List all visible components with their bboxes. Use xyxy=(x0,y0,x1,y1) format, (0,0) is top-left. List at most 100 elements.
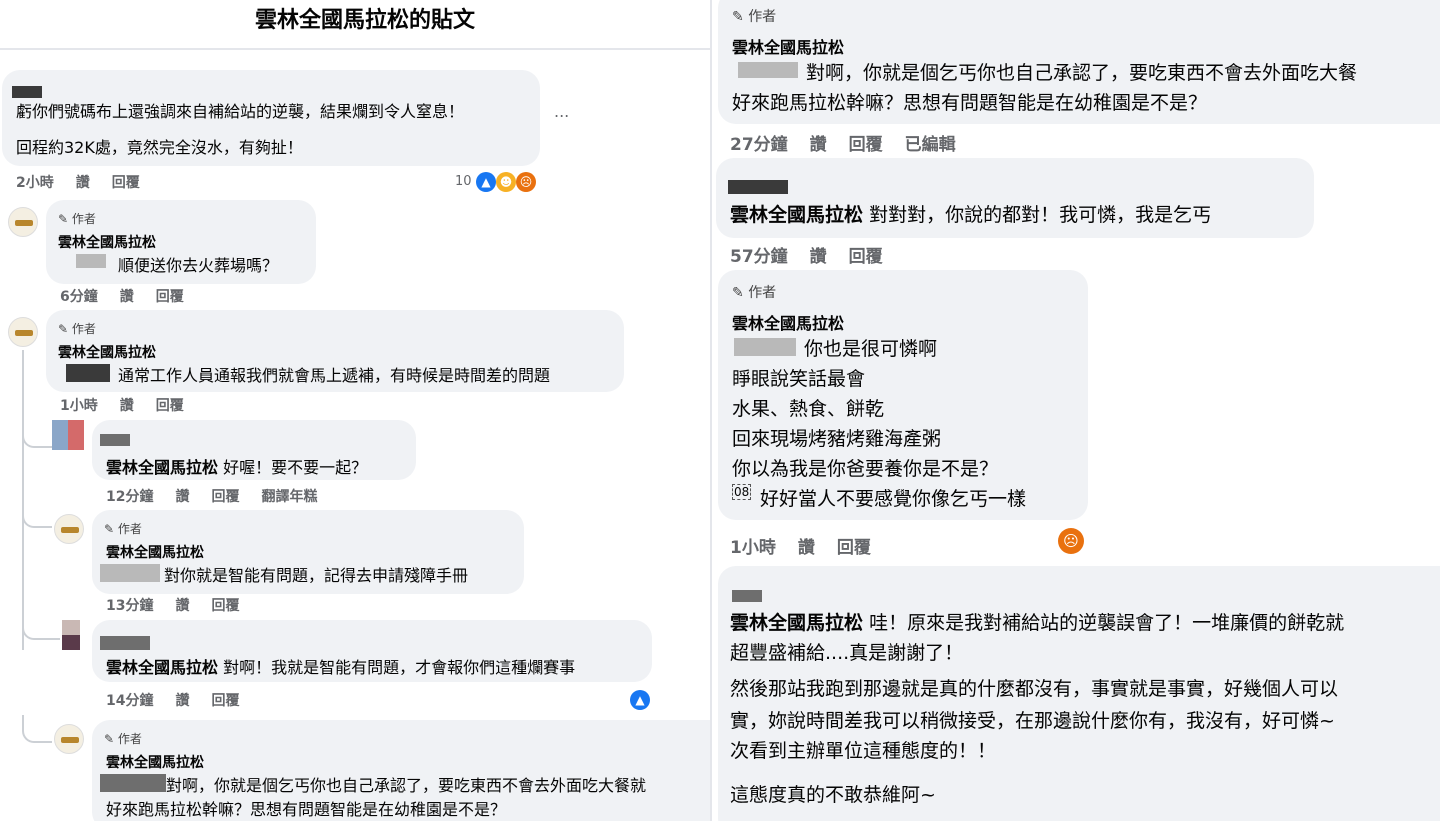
reply-line-3: 水果、熱食、餅乾 xyxy=(732,398,885,420)
like-button[interactable]: 讚 xyxy=(76,175,90,191)
like-button[interactable]: 讚 xyxy=(175,598,189,614)
reply-button[interactable]: 回覆 xyxy=(211,598,239,614)
title-divider xyxy=(0,48,710,50)
redacted-commenter-name xyxy=(12,86,42,98)
like-reaction-icon: ▲ xyxy=(630,690,650,710)
reply-text-line1: 對啊，你就是個乞丐你也自己承認了，要吃東西不會去外面吃大餐 xyxy=(806,62,1358,84)
reply-button[interactable]: 回覆 xyxy=(211,489,239,505)
user-avatar[interactable] xyxy=(52,420,84,450)
reply-author-name[interactable]: 雲林全國馬拉松 xyxy=(58,342,156,362)
page-avatar[interactable] xyxy=(8,207,38,237)
user-avatar[interactable] xyxy=(62,620,80,650)
comment-time: 2小時 xyxy=(16,175,54,191)
reply-actions: 14分鐘讚回覆 xyxy=(106,693,240,709)
reply-author-name[interactable]: 雲林全國馬拉松 xyxy=(58,232,156,252)
reply-actions: 27分鐘讚回覆 已編輯 xyxy=(730,135,956,155)
thread-curve xyxy=(22,612,60,640)
reply-text-line2: 好來跑馬拉松幹嘛？思想有問題智能是在幼稚園是不是？ xyxy=(732,92,1208,114)
left-screenshot-panel: 雲林全國馬拉松的貼文 虧你們號碼布上還強調來自補給站的逆襲，結果爛到令人窒息！ … xyxy=(0,0,710,821)
author-badge: ✎ 作者 xyxy=(104,732,142,746)
translate-button[interactable]: 翻譯年糕 xyxy=(261,489,317,505)
edited-label[interactable]: 已編輯 xyxy=(905,135,956,155)
like-button[interactable]: 讚 xyxy=(120,289,134,305)
reply-button[interactable]: 回覆 xyxy=(211,693,239,709)
thread-curve xyxy=(22,715,52,743)
right-comment-bubble-2: 雲林全國馬拉松 對對對，你說的都對！我可憐，我是乞丐 xyxy=(716,158,1314,238)
right-comment-bubble-1: ✎ 作者 雲林全國馬拉松 對啊，你就是個乞丐你也自己承認了，要吃東西不會去外面吃… xyxy=(718,0,1440,124)
reply-line-1: 你也是很可憐啊 xyxy=(804,338,938,360)
like-button[interactable]: 讚 xyxy=(175,489,189,505)
mention-page-name[interactable]: 雲林全國馬拉松 xyxy=(106,458,218,477)
reply-author-name[interactable]: 雲林全國馬拉松 xyxy=(732,310,844,334)
like-button[interactable]: 讚 xyxy=(798,538,815,558)
reply-button[interactable]: 回覆 xyxy=(849,247,883,267)
mention-page-name[interactable]: 雲林全國馬拉松 xyxy=(730,204,863,226)
reply-actions: 6分鐘讚回覆 xyxy=(60,289,184,305)
redacted-commenter-name xyxy=(732,590,762,602)
reply-text-line: 雲林全國馬拉松 對對對，你說的都對！我可憐，我是乞丐 xyxy=(730,204,1212,226)
right-comment-bubble-4: 雲林全國馬拉松 哇！原來是我對補給站的逆襲誤會了！一堆廉價的餅乾就 超豐盛補給.… xyxy=(718,566,1440,821)
author-badge: ✎ 作者 xyxy=(104,522,142,536)
reply-text-line1: 對啊，你就是個乞丐你也自己承認了，要吃東西不會去外面吃大餐就 xyxy=(166,776,647,795)
reaction-count[interactable]: 10 xyxy=(455,174,472,189)
reply-text-line: 雲林全國馬拉松 對啊！我就是智能有問題，才會報你們這種爛賽事 xyxy=(106,658,576,677)
reply-text-line1: 雲林全國馬拉松 哇！原來是我對補給站的逆襲誤會了！一堆廉價的餅乾就 xyxy=(730,612,1345,634)
reply-text-line: 雲林全國馬拉松 好喔！要不要一起？ xyxy=(106,458,368,477)
reply-text-line5: 次看到主辦單位這種態度的！！ xyxy=(730,740,997,762)
author-badge: ✎ 作者 xyxy=(58,212,96,226)
reply-text-line4: 實，妳說時間差我可以稍微接受，在那邊說什麼你有，我沒有，好可憐~ xyxy=(730,710,1335,732)
reply-text-line2: 好來跑馬拉松幹嘛？思想有問題智能是在幼稚園是不是？ xyxy=(106,800,507,819)
more-options-button[interactable]: ... xyxy=(554,102,569,121)
author-badge: ✎ 作者 xyxy=(58,322,96,336)
reply-text: 對你就是智能有問題，記得去申請殘障手冊 xyxy=(164,566,469,585)
reply-button[interactable]: 回覆 xyxy=(156,398,184,414)
reply-text: 通常工作人員通報我們就會馬上遞補，有時候是時間差的問題 xyxy=(118,366,551,385)
reply-author-name[interactable]: 雲林全國馬拉松 xyxy=(732,34,844,58)
redacted-mention xyxy=(66,364,110,382)
reply-actions: 13分鐘讚回覆 xyxy=(106,598,240,614)
page-avatar[interactable] xyxy=(8,317,38,347)
redacted-mention xyxy=(100,774,166,792)
top-comment-bubble: 虧你們號碼布上還強調來自補給站的逆襲，結果爛到令人窒息！ 回程約32K處，竟然完… xyxy=(2,70,540,166)
thread-curve xyxy=(22,500,52,528)
redacted-commenter-name xyxy=(100,434,130,446)
reply-text-line3: 然後那站我跑到那邊就是真的什麼都沒有，事實就是事實，好幾個人可以 xyxy=(730,678,1339,700)
thread-curve xyxy=(22,420,52,448)
reply-button[interactable]: 回覆 xyxy=(837,538,871,558)
page-avatar[interactable] xyxy=(54,514,84,544)
reply-button[interactable]: 回覆 xyxy=(156,289,184,305)
reply-actions: 1小時讚回覆 xyxy=(730,538,871,558)
author-badge: ✎ 作者 xyxy=(732,9,777,25)
mention-page-name[interactable]: 雲林全國馬拉松 xyxy=(106,658,218,677)
reply-actions: 1小時讚回覆 xyxy=(60,398,184,414)
angry-reaction-icon: ☹ xyxy=(1058,528,1084,554)
reply-author-name[interactable]: 雲林全國馬拉松 xyxy=(106,542,204,562)
reply-actions: 12分鐘讚回覆 翻譯年糕 xyxy=(106,489,318,505)
reply-author-name[interactable]: 雲林全國馬拉松 xyxy=(106,752,204,772)
nested-reply-bubble-1: 雲林全國馬拉松 好喔！要不要一起？ xyxy=(92,420,416,480)
nested-reply-bubble-4: ✎ 作者 雲林全國馬拉松 對啊，你就是個乞丐你也自己承認了，要吃東西不會去外面吃… xyxy=(92,720,710,821)
reply-actions: 57分鐘讚回覆 xyxy=(730,247,883,267)
reply-button[interactable]: 回覆 xyxy=(849,135,883,155)
like-button[interactable]: 讚 xyxy=(810,247,827,267)
page-avatar[interactable] xyxy=(54,724,84,754)
like-button[interactable]: 讚 xyxy=(175,693,189,709)
like-button[interactable]: 讚 xyxy=(810,135,827,155)
top-comment-line1: 虧你們號碼布上還強調來自補給站的逆襲，結果爛到令人窒息！ xyxy=(16,102,465,121)
mention-page-name[interactable]: 雲林全國馬拉松 xyxy=(730,612,863,634)
angry-reaction-icon: ☹ xyxy=(516,172,536,192)
reply-line-4: 回來現場烤豬烤雞海產粥 xyxy=(732,428,942,450)
redacted-mention xyxy=(100,564,160,582)
like-button[interactable]: 讚 xyxy=(120,398,134,414)
redacted-mention xyxy=(738,62,798,78)
reply-line-2: 睜眼說笑話最會 xyxy=(732,368,866,390)
nested-reply-bubble-2: ✎ 作者 雲林全國馬拉松 對你就是智能有問題，記得去申請殘障手冊 xyxy=(92,510,524,594)
like-reaction-icon: ▲ xyxy=(476,172,496,192)
reply-text-line6: 這態度真的不敢恭維阿~ xyxy=(730,784,936,806)
nested-reply-bubble-3: 雲林全國馬拉松 對啊！我就是智能有問題，才會報你們這種爛賽事 xyxy=(92,620,652,682)
reply-button[interactable]: 回覆 xyxy=(112,175,140,191)
redacted-commenter-name xyxy=(728,180,788,194)
haha-reaction-icon: ☻ xyxy=(496,172,516,192)
redacted-mention xyxy=(76,254,106,268)
redacted-commenter-name xyxy=(100,636,150,650)
